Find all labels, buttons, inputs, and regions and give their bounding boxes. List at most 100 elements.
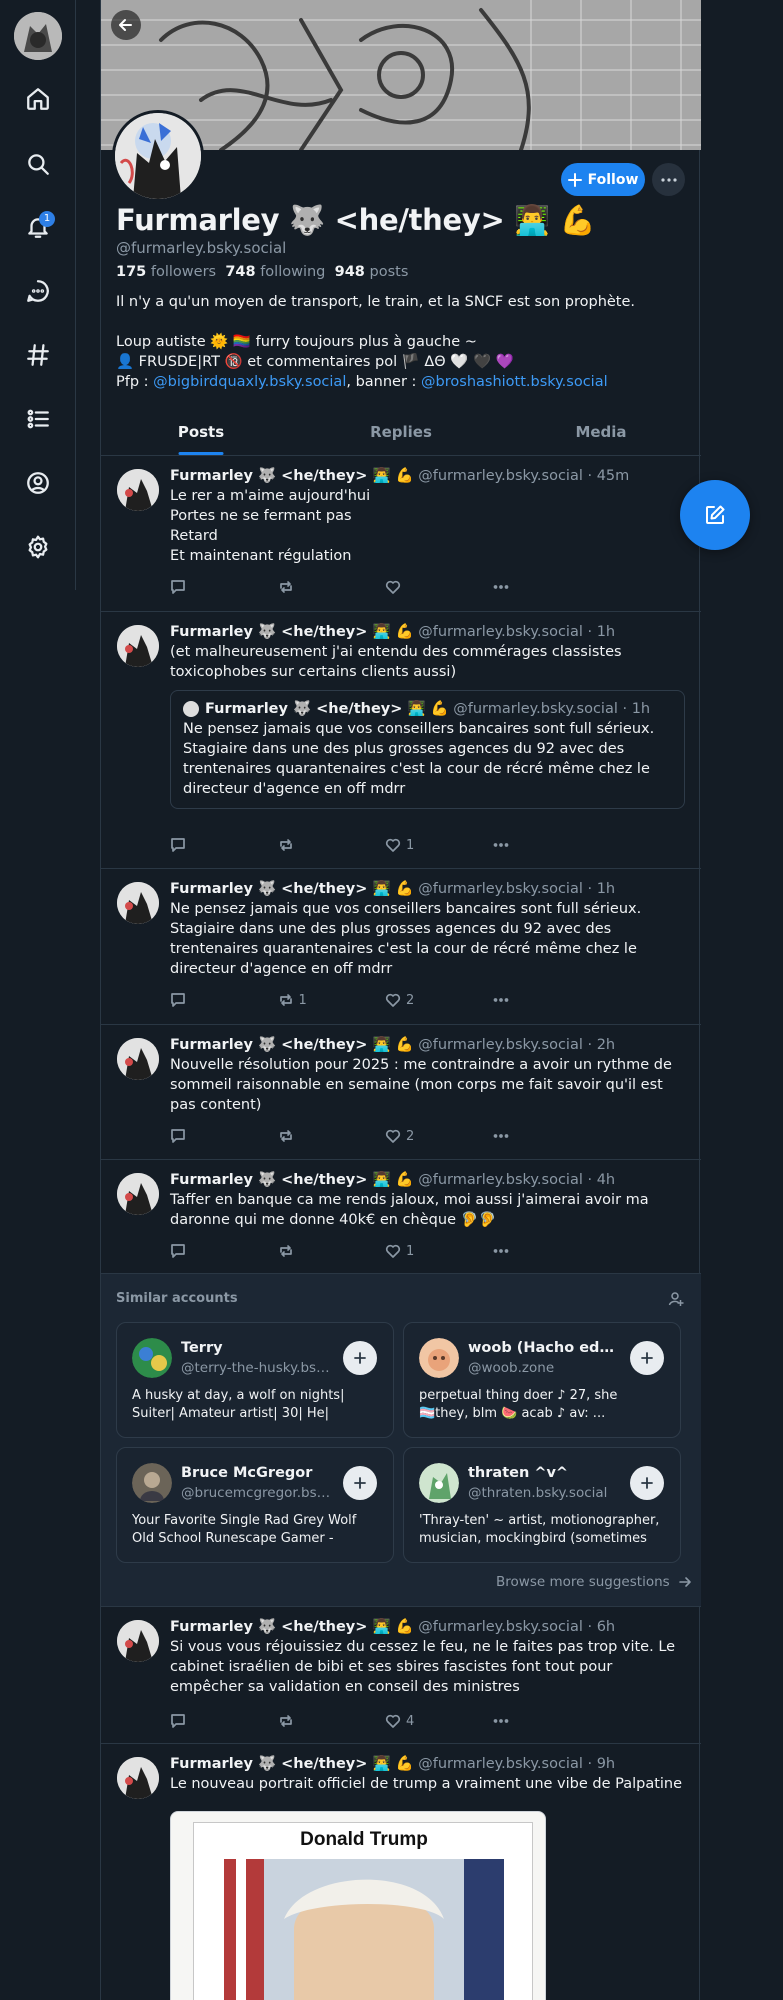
suggested-account-card[interactable]: Bruce McGregor @brucemcgregor.bsk... You… xyxy=(116,1447,394,1563)
post-avatar[interactable] xyxy=(117,625,159,667)
repost-button[interactable] xyxy=(278,835,386,855)
browse-more-suggestions[interactable]: Browse more suggestions xyxy=(496,1574,692,1590)
post[interactable]: Furmarley 🐺 <he/they> 👨‍💻 💪 @furmarley.b… xyxy=(101,1161,701,1274)
post-author-name[interactable]: Furmarley 🐺 <he/they> 👨‍💻 💪 xyxy=(170,1037,414,1053)
post-image[interactable]: Donald Trump xyxy=(170,1811,546,2000)
post[interactable]: Furmarley 🐺 <he/they> 👨‍💻 💪 @furmarley.b… xyxy=(101,1026,701,1160)
post-author-name[interactable]: Furmarley 🐺 <he/they> 👨‍💻 💪 xyxy=(170,1619,414,1635)
reply-button[interactable] xyxy=(170,1126,278,1146)
post-avatar[interactable] xyxy=(117,1757,159,1799)
post-author-name[interactable]: Furmarley 🐺 <he/they> 👨‍💻 💪 xyxy=(170,1172,414,1188)
post-more-button[interactable] xyxy=(493,835,601,855)
profile-display-name: Furmarley 🐺 <he/they> 👨‍💻 💪 xyxy=(116,203,596,237)
reply-button[interactable] xyxy=(170,1241,278,1261)
post-author-name[interactable]: Furmarley 🐺 <he/they> 👨‍💻 💪 xyxy=(170,1756,414,1772)
reply-icon xyxy=(171,838,185,852)
post-more-button[interactable] xyxy=(493,1711,601,1731)
reply-icon xyxy=(171,993,185,1007)
followers-label: followers xyxy=(146,264,217,280)
like-button[interactable]: 1 xyxy=(385,835,493,855)
post[interactable]: Furmarley 🐺 <he/they> 👨‍💻 💪 @furmarley.b… xyxy=(101,1608,701,1744)
reply-button[interactable] xyxy=(170,577,278,597)
plus-icon xyxy=(354,1477,366,1489)
follow-suggested-button[interactable] xyxy=(343,1341,377,1375)
suggested-account-description: perpetual thing doer ♪ 27, she 🏳️‍⚧️they… xyxy=(419,1388,618,1421)
post-more-button[interactable] xyxy=(493,1126,601,1146)
repost-icon xyxy=(279,1130,292,1142)
profile-icon[interactable] xyxy=(19,464,57,502)
post-avatar[interactable] xyxy=(117,882,159,924)
repost-button[interactable] xyxy=(278,577,386,597)
repost-button[interactable] xyxy=(278,1241,386,1261)
banner-artist-link[interactable]: @broshashiott.bsky.social xyxy=(421,374,608,390)
repost-button[interactable]: 1 xyxy=(278,990,386,1010)
post-avatar[interactable] xyxy=(117,1038,159,1080)
bio-line: 👤 FRUSDE|RT 🔞 et commentaires pol 🏴 ΔΘ 🤍… xyxy=(116,354,514,370)
reply-button[interactable] xyxy=(170,990,278,1010)
suggested-account-handle: @brucemcgregor.bsk... xyxy=(181,1485,331,1501)
post-avatar[interactable] xyxy=(117,1620,159,1662)
suggested-account-description: 'Thray-ten' ~ artist, motionographer, mu… xyxy=(419,1513,660,1546)
post[interactable]: Furmarley 🐺 <he/they> 👨‍💻 💪 @furmarley.b… xyxy=(101,870,701,1025)
post-meta: @furmarley.bsky.social · 4h xyxy=(413,1172,616,1188)
settings-icon[interactable] xyxy=(19,528,57,566)
post-avatar[interactable] xyxy=(117,469,159,511)
suggested-account-card[interactable]: Terry @terry-the-husky.bsk... A husky at… xyxy=(116,1322,394,1438)
more-icon xyxy=(493,998,508,1002)
follow-suggested-button[interactable] xyxy=(630,1341,664,1375)
tab-media[interactable]: Media xyxy=(501,411,701,455)
following-label: following xyxy=(255,264,326,280)
post-more-button[interactable] xyxy=(493,577,601,597)
following-link[interactable]: 748 following xyxy=(225,264,325,280)
reply-button[interactable] xyxy=(170,835,278,855)
hashtag-icon[interactable] xyxy=(19,336,57,374)
like-button[interactable]: 4 xyxy=(385,1711,493,1731)
suggested-account-handle: @woob.zone xyxy=(468,1360,555,1376)
bell-icon[interactable]: 1 xyxy=(19,208,57,246)
back-button[interactable] xyxy=(111,10,141,40)
browse-more-label: Browse more suggestions xyxy=(496,1574,670,1590)
profile-avatar[interactable] xyxy=(112,110,204,202)
list-icon[interactable] xyxy=(19,400,57,438)
tab-replies[interactable]: Replies xyxy=(301,411,501,455)
repost-icon xyxy=(279,994,292,1006)
suggested-account-handle: @terry-the-husky.bsk... xyxy=(181,1360,331,1376)
post-author-name[interactable]: Furmarley 🐺 <he/they> 👨‍💻 💪 xyxy=(170,468,414,484)
followers-link[interactable]: 175 followers xyxy=(116,264,216,280)
plus-icon xyxy=(354,1352,366,1364)
post-avatar[interactable] xyxy=(117,1173,159,1215)
repost-button[interactable] xyxy=(278,1126,386,1146)
reply-button[interactable] xyxy=(170,1711,278,1731)
repost-icon xyxy=(279,581,292,593)
current-user-avatar[interactable] xyxy=(14,12,62,60)
post-more-button[interactable] xyxy=(493,1241,601,1261)
quoted-post[interactable]: Furmarley 🐺 <he/they> 👨‍💻 💪 @furmarley.b… xyxy=(170,690,685,809)
suggested-account-card[interactable]: thraten ^v^ @thraten.bsky.social 'Thray-… xyxy=(403,1447,681,1563)
follow-suggested-button[interactable] xyxy=(630,1466,664,1500)
person-add-icon[interactable] xyxy=(668,1291,684,1311)
follow-suggested-button[interactable] xyxy=(343,1466,377,1500)
compose-button[interactable] xyxy=(680,480,750,550)
search-icon[interactable] xyxy=(19,145,57,183)
post[interactable]: Furmarley 🐺 <he/they> 👨‍💻 💪 @furmarley.b… xyxy=(101,613,701,869)
like-button[interactable]: 1 xyxy=(385,1241,493,1261)
post[interactable]: Furmarley 🐺 <he/they> 👨‍💻 💪 @furmarley.b… xyxy=(101,1745,701,2000)
post-author-name[interactable]: Furmarley 🐺 <he/they> 👨‍💻 💪 xyxy=(170,881,414,897)
chat-icon[interactable] xyxy=(19,272,57,310)
pfp-artist-link[interactable]: @bigbirdquaxly.bsky.social xyxy=(153,374,346,390)
tab-posts[interactable]: Posts xyxy=(101,411,301,455)
notification-badge: 1 xyxy=(39,211,55,227)
home-icon[interactable] xyxy=(19,80,57,118)
heart-icon xyxy=(385,838,401,852)
post-author-name[interactable]: Furmarley 🐺 <he/they> 👨‍💻 💪 xyxy=(170,624,414,640)
suggested-account-card[interactable]: woob (Hacho editi... @woob.zone perpetua… xyxy=(403,1322,681,1438)
follow-button[interactable]: Follow xyxy=(561,163,645,196)
repost-button[interactable] xyxy=(278,1711,386,1731)
profile-more-button[interactable] xyxy=(652,163,685,196)
like-button[interactable]: 2 xyxy=(385,1126,493,1146)
post[interactable]: Furmarley 🐺 <he/they> 👨‍💻 💪 @furmarley.b… xyxy=(101,457,701,612)
like-button[interactable]: 2 xyxy=(385,990,493,1010)
post-more-button[interactable] xyxy=(493,990,601,1010)
suggested-account-avatar xyxy=(419,1338,459,1378)
like-button[interactable] xyxy=(385,577,493,597)
